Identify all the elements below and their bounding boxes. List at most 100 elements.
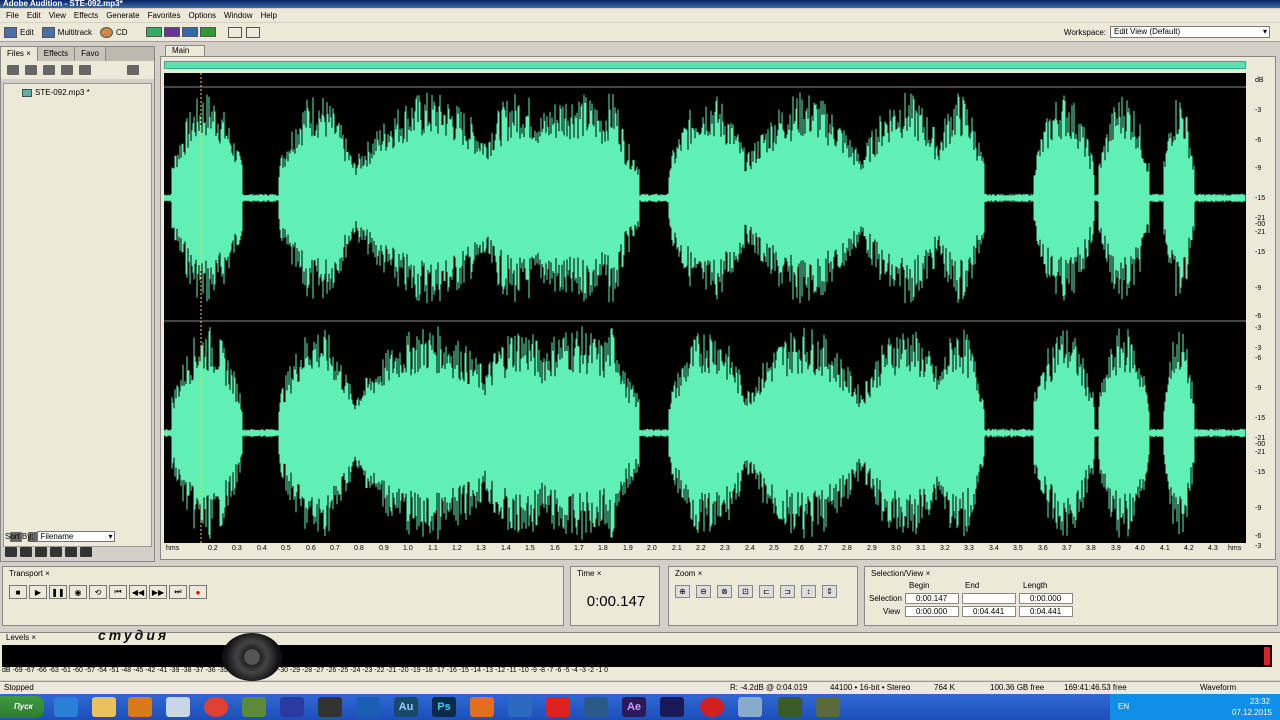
premiere-icon[interactable] xyxy=(660,697,684,717)
menu-help[interactable]: Help xyxy=(257,11,281,20)
workspace-select[interactable]: Edit View (Default) ▾ xyxy=(1110,26,1270,38)
play-view-button[interactable]: ◉ xyxy=(69,585,87,599)
menu-window[interactable]: Window xyxy=(220,11,256,20)
view-icon-5[interactable] xyxy=(65,547,77,557)
selection-begin-field[interactable]: 0:00.147 xyxy=(905,593,959,604)
rewind-button[interactable]: ◀◀ xyxy=(129,585,147,599)
pause-button[interactable]: ❚❚ xyxy=(49,585,67,599)
after-effects-icon[interactable]: Ae xyxy=(622,697,646,717)
view-begin-field[interactable]: 0:00.000 xyxy=(905,606,959,617)
zoom-tab: Zoom × xyxy=(675,569,702,578)
spectral-view-icon[interactable] xyxy=(163,27,180,37)
play-button[interactable]: ▶ xyxy=(29,585,47,599)
cd-view-button[interactable]: CD xyxy=(100,26,128,38)
menu-view[interactable]: View xyxy=(45,11,70,20)
selection-end-field[interactable] xyxy=(962,593,1016,604)
close-icon[interactable]: × xyxy=(698,569,703,578)
import-file-icon[interactable] xyxy=(7,65,19,75)
view-length-field[interactable]: 0:04.441 xyxy=(1019,606,1073,617)
time-tick-label: 4.1 xyxy=(1160,545,1170,552)
transport-title: Transport xyxy=(9,569,43,578)
tab-favorites[interactable]: Favo xyxy=(75,47,106,61)
zoom-out-horizontal-button[interactable]: ⊖ xyxy=(696,585,711,598)
app-icon-1[interactable] xyxy=(242,697,266,717)
folder-icon[interactable] xyxy=(92,697,116,717)
overview-bar[interactable] xyxy=(164,61,1246,69)
close-icon[interactable]: × xyxy=(597,569,602,578)
go-end-button[interactable]: ⏭ xyxy=(169,585,187,599)
stop-button[interactable]: ■ xyxy=(9,585,27,599)
time-ruler[interactable]: hms 0.2 0.3 0.4 0.5 0.6 0.7 0.8 0.9 1.0 1.1 1.2 1.3 1… xyxy=(164,543,1246,557)
time-tick-label: 2.0 xyxy=(647,545,657,552)
start-button[interactable]: Пуск xyxy=(0,696,44,718)
zoom-left-edge-button[interactable]: ⊏ xyxy=(759,585,774,598)
yandex-icon[interactable] xyxy=(546,697,570,717)
row-view-label: View xyxy=(883,607,901,616)
audition-icon[interactable]: Au xyxy=(394,697,418,717)
loop-button[interactable]: ⟲ xyxy=(89,585,107,599)
language-indicator[interactable]: EN xyxy=(1118,702,1129,711)
edit-view-button[interactable]: Edit xyxy=(4,26,34,38)
calendar-icon[interactable] xyxy=(584,697,608,717)
filter-app-icon[interactable] xyxy=(470,697,494,717)
record-button[interactable]: ● xyxy=(189,585,207,599)
multitrack-view-button[interactable]: Multitrack xyxy=(41,26,92,38)
photoshop-icon[interactable]: Ps xyxy=(432,697,456,717)
tab-files[interactable]: Files × xyxy=(1,47,38,61)
tab-effects[interactable]: Effects xyxy=(37,47,76,61)
view-icon-2[interactable] xyxy=(20,547,32,557)
media-player-icon[interactable] xyxy=(128,697,152,717)
menu-generate[interactable]: Generate xyxy=(102,11,143,20)
view-icon-6[interactable] xyxy=(80,547,92,557)
go-start-button[interactable]: ⏮ xyxy=(109,585,127,599)
close-icon[interactable]: × xyxy=(26,49,31,58)
ie-icon[interactable] xyxy=(54,697,78,717)
marquee-tool-icon[interactable] xyxy=(245,26,260,38)
view-icon-3[interactable] xyxy=(35,547,47,557)
close-icon[interactable]: × xyxy=(31,633,36,642)
view-icon-1[interactable] xyxy=(5,547,17,557)
clock-time[interactable]: 23:32 xyxy=(1250,697,1270,706)
forward-button[interactable]: ▶▶ xyxy=(149,585,167,599)
menu-favorites[interactable]: Favorites xyxy=(144,11,185,20)
full-path-icon[interactable] xyxy=(127,65,139,75)
opera-icon[interactable] xyxy=(700,697,724,717)
pan-view-icon[interactable] xyxy=(181,27,198,37)
view-end-field[interactable]: 0:04.441 xyxy=(962,606,1016,617)
selection-length-field[interactable]: 0:00.000 xyxy=(1019,593,1073,604)
zoom-selection-button[interactable]: ⊡ xyxy=(738,585,753,598)
zoom-in-horizontal-button[interactable]: ⊕ xyxy=(675,585,690,598)
clock-date[interactable]: 07.12.2015 xyxy=(1232,708,1272,717)
sort-select[interactable]: Filename ▾ xyxy=(37,531,116,542)
menu-effects[interactable]: Effects xyxy=(70,11,102,20)
app-icon-4[interactable] xyxy=(816,697,840,717)
view-icon-4[interactable] xyxy=(50,547,62,557)
menu-file[interactable]: File xyxy=(2,11,23,20)
menu-edit[interactable]: Edit xyxy=(23,11,45,20)
app-icon-2[interactable] xyxy=(738,697,762,717)
plane-icon[interactable] xyxy=(508,697,532,717)
zoom-out-full-button[interactable]: ⊗ xyxy=(717,585,732,598)
close-icon[interactable]: × xyxy=(926,569,931,578)
insert-cd-icon[interactable] xyxy=(61,65,73,75)
insert-multitrack-icon[interactable] xyxy=(43,65,55,75)
play-file-icon[interactable] xyxy=(79,65,91,75)
document-icon[interactable] xyxy=(166,697,190,717)
zoom-right-edge-button[interactable]: ⊐ xyxy=(780,585,795,598)
film-icon[interactable] xyxy=(318,697,342,717)
list-item[interactable]: STE-092.mp3 * xyxy=(22,88,90,97)
waveform-display[interactable] xyxy=(164,73,1246,545)
zoom-in-vertical-button[interactable]: ↕ xyxy=(801,585,816,598)
chrome-icon[interactable] xyxy=(204,697,228,717)
close-icon[interactable]: × xyxy=(45,569,50,578)
zoom-out-vertical-button[interactable]: ⇕ xyxy=(822,585,837,598)
save-disk-icon[interactable] xyxy=(280,697,304,717)
player-icon[interactable] xyxy=(356,697,380,717)
record-icon: ● xyxy=(195,587,201,597)
phase-view-icon[interactable] xyxy=(199,27,216,37)
menu-options[interactable]: Options xyxy=(184,11,220,20)
time-selection-tool-icon[interactable] xyxy=(227,26,242,38)
waveform-view-icon[interactable] xyxy=(145,27,162,37)
app-icon-3[interactable] xyxy=(778,697,802,717)
close-file-icon[interactable] xyxy=(25,65,37,75)
